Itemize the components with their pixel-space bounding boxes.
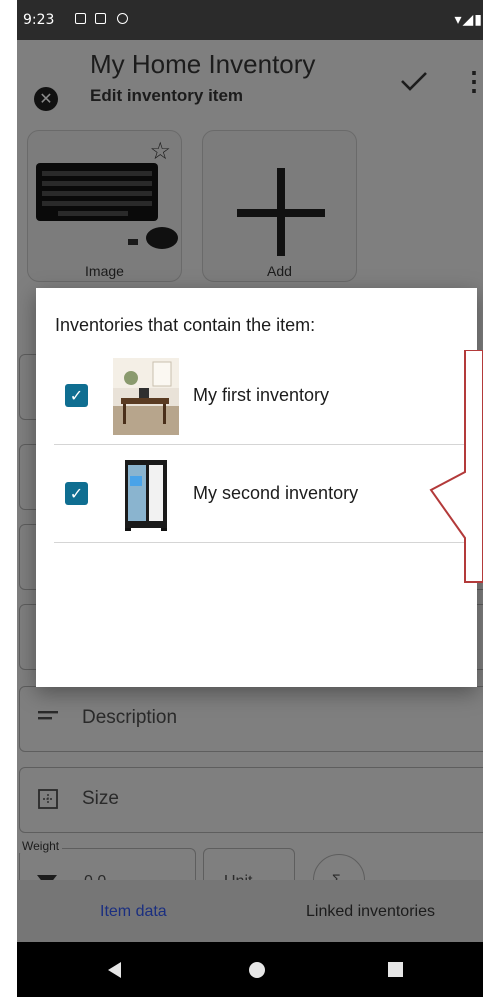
room-thumbnail [113,358,179,435]
signal-battery-icon: ▾◢▮ [454,11,483,27]
size-icon [38,789,58,809]
plus-icon-vertical [277,168,285,256]
inventory-row[interactable]: ✓ My second inventory [54,446,474,543]
image-caption: Image [85,263,124,279]
more-options-icon[interactable]: ⋮ [461,66,483,96]
linked-inventories-dialog: Inventories that contain the item: ✓ My … [36,288,477,687]
system-navigation-bar [17,942,483,997]
app-bar: ✕ My Home Inventory Edit inventory item … [17,40,483,122]
inventory-label-second: My second inventory [193,483,359,503]
favorite-star-icon[interactable]: ☆ [149,137,171,166]
description-icon [38,711,58,720]
tab-item-data[interactable]: Item data [100,903,167,921]
dialog-title: Inventories that contain the item: [55,315,316,335]
status-time: 9:23 [23,12,55,28]
weight-label: Weight [19,839,63,853]
back-icon[interactable] [108,962,121,978]
checkbox-first-inventory[interactable]: ✓ [65,384,88,407]
app-title: My Home Inventory [90,49,316,79]
description-field[interactable]: Description [19,686,483,752]
description-label: Description [82,707,178,728]
add-image-card[interactable]: Add [202,130,357,282]
close-icon[interactable]: ✕ [34,87,58,111]
add-caption: Add [267,263,292,279]
callout-arrow-shape [429,350,483,583]
size-label: Size [82,788,119,809]
home-icon[interactable] [249,962,265,978]
image-card[interactable]: ☆ Image [27,130,182,282]
sync-icon [117,13,128,24]
size-field[interactable]: Size [19,767,483,833]
inventory-row[interactable]: ✓ My first inventory [54,348,474,445]
save-check-icon[interactable] [400,70,428,92]
checkbox-second-inventory[interactable]: ✓ [65,482,88,505]
status-bar: 9:23 ▾◢▮ [17,0,483,40]
recent-apps-icon[interactable] [388,962,403,977]
notification-icon [75,13,86,24]
tab-linked-inventories[interactable]: Linked inventories [306,903,435,921]
pc-case-thumbnail [113,456,179,533]
calendar-icon [95,13,106,24]
app-subtitle: Edit inventory item [90,86,244,105]
app-screen: 9:23 ▾◢▮ ✕ My Home Inventory Edit invent… [17,0,483,997]
bottom-navigation: Item data Linked inventories [17,880,483,942]
inventory-label-first: My first inventory [193,385,330,405]
